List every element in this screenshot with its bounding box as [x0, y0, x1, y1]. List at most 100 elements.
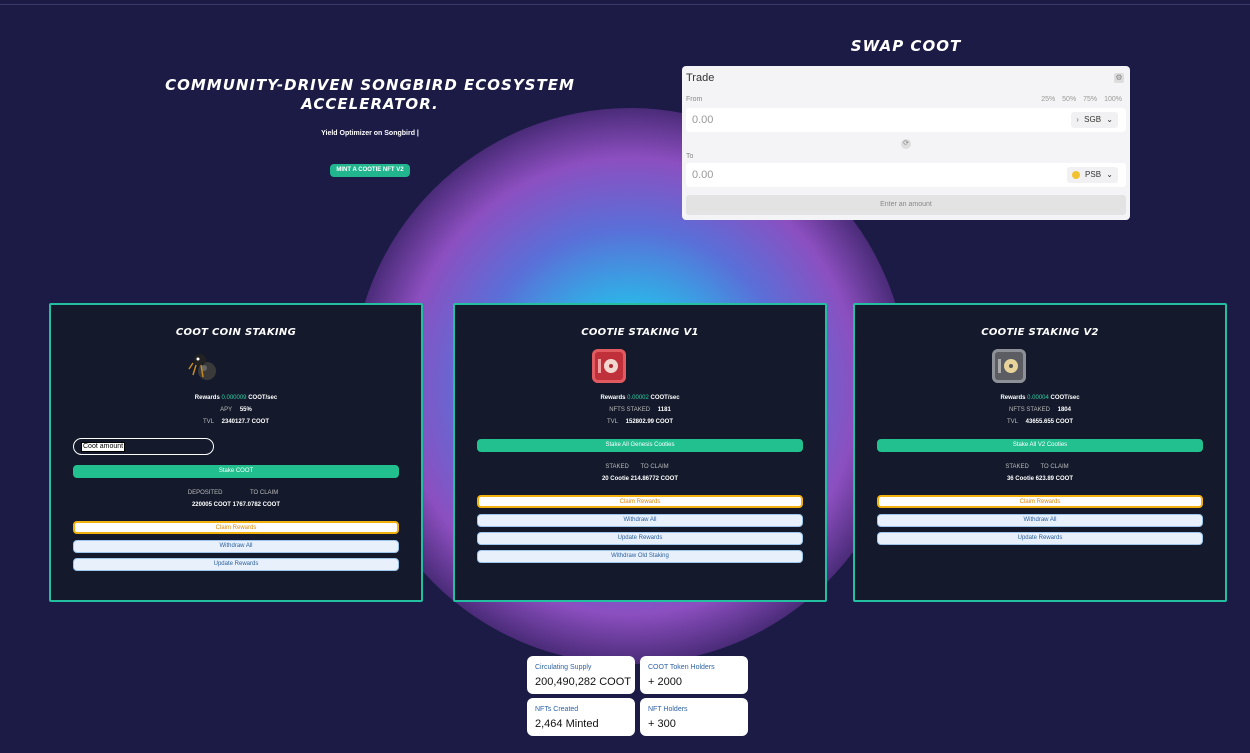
trade-label: Trade: [686, 72, 715, 84]
percent-75-button[interactable]: 75%: [1083, 96, 1097, 103]
stat-circulating-supply: Circulating Supply 200,490,282 COOT: [527, 656, 635, 694]
rewards-rate: 0.00004: [1027, 395, 1049, 401]
withdraw-old-staking-button[interactable]: Withdraw Old Staking: [477, 550, 803, 563]
gear-icon[interactable]: ⚙: [1114, 73, 1124, 83]
to-amount-input[interactable]: 0.00 PSB ⌄: [686, 163, 1126, 187]
from-token-select[interactable]: › SGB ⌄: [1071, 112, 1118, 128]
to-token-label: PSB: [1085, 170, 1102, 179]
rewards-unit: COOT/sec: [650, 395, 680, 401]
from-amount-value: 0.00: [692, 114, 714, 126]
rewards-row: Rewards 0.00002 COOT/sec: [455, 395, 825, 401]
tvl-label: TVL: [1006, 419, 1018, 425]
nfts-staked-value: 1181: [657, 407, 671, 413]
stat-label: Circulating Supply: [535, 664, 592, 671]
tvl-value: 152802.99 COOT: [625, 419, 674, 425]
apy-value: 55%: [239, 407, 252, 413]
nfts-staked-row: NFTS STAKED 1804: [855, 407, 1225, 413]
update-rewards-button[interactable]: Update Rewards: [73, 558, 399, 571]
to-claim-label: TO CLAIM: [1040, 464, 1069, 470]
to-claim-value: 214.86772 COOT: [630, 476, 679, 482]
percent-100-button[interactable]: 100%: [1104, 96, 1122, 103]
psb-token-icon: [1071, 170, 1080, 179]
staked-label: STAKED: [605, 464, 629, 470]
update-rewards-button[interactable]: Update Rewards: [477, 532, 803, 545]
swap-title: SWAP COOT: [850, 37, 962, 55]
cootie-v2-card: COOTIE STAKING V2 Rewards 0.00004 COOT/s…: [853, 303, 1227, 602]
stake-all-v2-button[interactable]: Stake All V2 Cooties: [877, 439, 1203, 452]
tvl-value: 2340127.7 COOT: [221, 419, 270, 425]
rewards-label: Rewards: [600, 395, 626, 401]
nfts-staked-label: NFTS STAKED: [1009, 407, 1050, 413]
staked-label: STAKED: [1005, 464, 1029, 470]
stake-all-genesis-button[interactable]: Stake All Genesis Cooties: [477, 439, 803, 452]
red-safe-icon: [592, 349, 626, 383]
cootie-v1-card: COOTIE STAKING V1 Rewards 0.00002 COOT/s…: [453, 303, 827, 602]
stake-coot-button[interactable]: Stake COOT: [73, 465, 399, 478]
rewards-row: Rewards 0.00004 COOT/sec: [855, 395, 1225, 401]
tvl-label: TVL: [606, 419, 618, 425]
card-title: COOT COIN STAKING: [175, 327, 297, 338]
mint-nft-button[interactable]: MINT A COOTIE NFT V2: [330, 164, 410, 177]
to-claim-label: TO CLAIM: [640, 464, 669, 470]
percent-50-button[interactable]: 50%: [1062, 96, 1076, 103]
from-label: From: [686, 96, 703, 103]
staked-header: STAKED TO CLAIM: [855, 464, 1225, 470]
stat-nft-holders: NFT Holders + 300: [640, 698, 748, 736]
coot-bird-icon: [187, 349, 221, 383]
enter-amount-button[interactable]: Enter an amount: [686, 195, 1126, 215]
rewards-unit: COOT/sec: [1050, 395, 1080, 401]
deposited-value: 220005 COOT: [191, 502, 231, 508]
deposited-label: DEPOSITED: [187, 490, 223, 496]
chevron-down-icon: ⌄: [1106, 170, 1113, 179]
deposited-values: 220005 COOT 1767.0782 COOT: [51, 502, 421, 508]
update-rewards-button[interactable]: Update Rewards: [877, 532, 1203, 545]
claim-rewards-button[interactable]: Claim Rewards: [877, 495, 1203, 508]
withdraw-all-button[interactable]: Withdraw All: [877, 514, 1203, 527]
deposited-header: DEPOSITED TO CLAIM: [51, 490, 421, 496]
staked-count: 36 Cootie: [1006, 476, 1034, 482]
stat-value: + 300: [648, 718, 676, 730]
to-claim-label: TO CLAIM: [250, 490, 279, 496]
hero-subtitle: Yield Optimizer on Songbird |: [321, 130, 419, 137]
stat-label: NFT Holders: [648, 706, 688, 713]
hero-title-line1: COMMUNITY-DRIVEN SONGBIRD ECOSYSTEM: [165, 76, 575, 94]
stat-value: + 2000: [648, 676, 682, 688]
hero-title-line2: ACCELERATOR.: [301, 95, 439, 113]
stat-label: COOT Token Holders: [648, 664, 715, 671]
top-divider: [0, 4, 1250, 5]
stat-nfts-created: NFTs Created 2,464 Minted: [527, 698, 635, 736]
rewards-unit: COOT/sec: [248, 395, 278, 401]
chevron-down-icon: ⌄: [1106, 115, 1113, 124]
claim-rewards-button[interactable]: Claim Rewards: [73, 521, 399, 534]
nfts-staked-row: NFTS STAKED 1181: [455, 407, 825, 413]
coot-amount-input[interactable]: Coot amount: [73, 438, 214, 455]
tvl-row: TVL 152802.99 COOT: [455, 419, 825, 425]
from-amount-input[interactable]: 0.00 › SGB ⌄: [686, 108, 1126, 132]
withdraw-all-button[interactable]: Withdraw All: [477, 514, 803, 527]
apy-row: APY 55%: [51, 407, 421, 413]
swap-arrows-icon[interactable]: ⟳: [901, 139, 911, 149]
sgb-token-icon: ›: [1076, 115, 1079, 124]
stat-label: NFTs Created: [535, 706, 579, 713]
staked-header: STAKED TO CLAIM: [455, 464, 825, 470]
tvl-label: TVL: [202, 419, 214, 425]
staked-count: 20 Cootie: [601, 476, 629, 482]
staked-values: 36 Cootie 623.89 COOT: [855, 476, 1225, 482]
rewards-rate: 0.00002: [627, 395, 649, 401]
coin-staking-card: COOT COIN STAKING Rewards 0.000009 COOT/…: [49, 303, 423, 602]
card-title: COOTIE STAKING V2: [981, 327, 1099, 338]
to-label: To: [686, 153, 694, 160]
to-amount-value: 0.00: [692, 169, 714, 181]
claim-rewards-button[interactable]: Claim Rewards: [477, 495, 803, 508]
rewards-label: Rewards: [194, 395, 220, 401]
stat-value: 200,490,282 COOT: [535, 676, 632, 688]
card-title: COOTIE STAKING V1: [581, 327, 699, 338]
swap-widget: Trade ⚙ From 25% 50% 75% 100% 0.00 › SGB…: [682, 66, 1130, 220]
to-token-select[interactable]: PSB ⌄: [1066, 167, 1118, 183]
staked-values: 20 Cootie 214.86772 COOT: [455, 476, 825, 482]
to-claim-value: 1767.0782 COOT: [232, 502, 281, 508]
percent-25-button[interactable]: 25%: [1041, 96, 1055, 103]
withdraw-all-button[interactable]: Withdraw All: [73, 540, 399, 553]
rewards-row: Rewards 0.000009 COOT/sec: [51, 395, 421, 401]
stat-token-holders: COOT Token Holders + 2000: [640, 656, 748, 694]
